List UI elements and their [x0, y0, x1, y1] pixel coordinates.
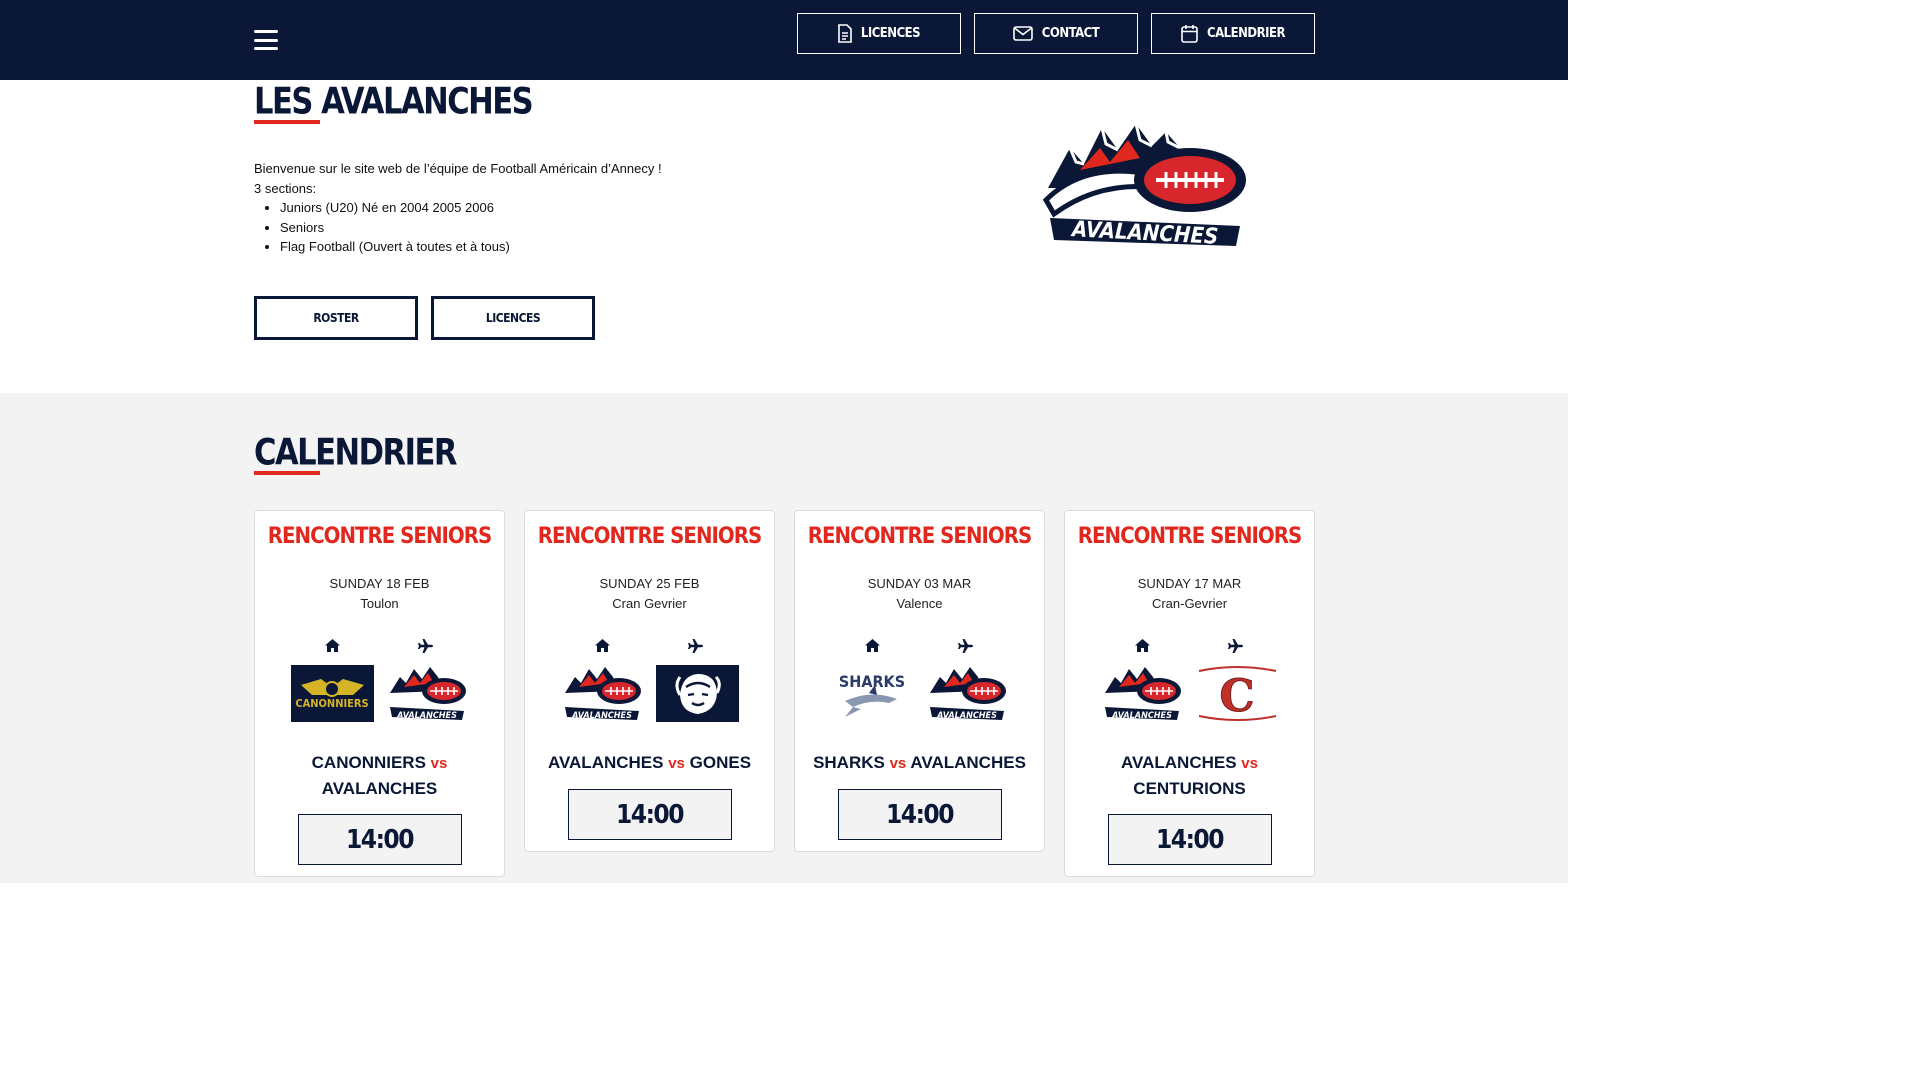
match-date: SUNDAY 17 MAR: [1137, 576, 1242, 591]
card-title: RENCONTRE SENIORS: [1077, 524, 1302, 549]
avalanches-logo: AVALANCHES: [1101, 665, 1184, 722]
avalanches-logo-text: AVALANCHES: [936, 711, 997, 721]
home-team-name: AVALANCHES: [1121, 753, 1237, 772]
nav-contact-button[interactable]: CONTACT: [974, 13, 1138, 54]
kickoff-time: 14:00: [297, 814, 462, 865]
matchup-text: CANONNIERS vs AVALANCHES: [255, 750, 504, 801]
matchup-text: AVALANCHES vs CENTURIONS: [1065, 750, 1314, 801]
roster-button[interactable]: ROSTER: [254, 296, 418, 340]
title-underline: [254, 120, 320, 124]
match-location: Valence: [896, 596, 943, 611]
avalanches-logo: AVALANCHES: [1040, 118, 1250, 258]
calendar-section: CALENDRIER RENCONTRE SENIORS SUNDAY 18 F…: [0, 393, 1568, 883]
plane-icon: [688, 639, 704, 658]
avalanches-logo-text: AVALANCHES: [396, 711, 457, 721]
match-card[interactable]: RENCONTRE SENIORS SUNDAY 25 FEB Cran Gev…: [524, 510, 775, 852]
kickoff-time: 14:00: [1107, 814, 1272, 865]
avalanches-logo-text: AVALANCHES: [1069, 217, 1218, 250]
away-team-name: AVALANCHES: [321, 779, 438, 798]
match-location: Cran Gevrier: [612, 596, 687, 611]
kickoff-time: 14:00: [837, 789, 1002, 840]
home-away-icons: [255, 639, 504, 658]
kickoff-time: 14:00: [567, 789, 732, 840]
match-date: SUNDAY 18 FEB: [329, 576, 430, 591]
card-title: RENCONTRE SENIORS: [537, 524, 762, 549]
card-title: RENCONTRE SENIORS: [807, 524, 1032, 549]
nav-contact-label: CONTACT: [1041, 26, 1100, 41]
home-icon: [325, 639, 340, 658]
away-team-name: GONES: [689, 753, 752, 772]
home-team-name: SHARKS: [813, 753, 885, 772]
intro-sections-label: 3 sections:: [254, 180, 317, 196]
matchup-text: SHARKS vs AVALANCHES: [795, 750, 1044, 776]
avalanches-logo: AVALANCHES: [926, 665, 1009, 722]
vs-label: vs: [430, 755, 448, 772]
envelope-icon: [1012, 26, 1033, 41]
vs-label: vs: [668, 755, 685, 772]
team-logos: CANONNIERS AVALANCHES: [255, 664, 504, 722]
nav-button-group: LICENCES CONTACT CALENDRIER: [797, 13, 1315, 54]
avalanches-logo: AVALANCHES: [386, 665, 469, 722]
centurions-logo: C: [1196, 665, 1279, 722]
hero-button-group: ROSTER LICENCES: [254, 296, 595, 340]
avalanches-logo-text: AVALANCHES: [571, 711, 632, 721]
vs-label: vs: [1241, 755, 1258, 772]
list-item: Flag Football (Ouvert à toutes et à tous…: [280, 237, 662, 257]
home-team-name: AVALANCHES: [547, 753, 664, 772]
sections-list: Juniors (U20) Né en 2004 2005 2006 Senio…: [280, 198, 662, 257]
card-title: RENCONTRE SENIORS: [267, 524, 492, 549]
title-underline: [254, 471, 320, 475]
home-icon: [1135, 639, 1150, 658]
list-item: Seniors: [280, 218, 662, 238]
team-logos: SHARKS AVALANCHES: [795, 664, 1044, 722]
match-date: SUNDAY 25 FEB: [599, 576, 700, 591]
plane-icon: [418, 639, 434, 658]
intro-text: Bienvenue sur le site web de l’équipe de…: [254, 159, 662, 257]
home-away-icons: [525, 639, 774, 658]
sharks-logo: SHARKS: [831, 665, 914, 722]
canonniers-logo-text: CANONNIERS: [295, 697, 368, 710]
list-item: Juniors (U20) Né en 2004 2005 2006: [280, 198, 662, 218]
plane-icon: [958, 639, 974, 658]
nav-licences-label: LICENCES: [860, 26, 921, 41]
match-location: Toulon: [360, 596, 399, 611]
nav-calendrier-label: CALENDRIER: [1207, 26, 1285, 41]
match-card[interactable]: RENCONTRE SENIORS SUNDAY 18 FEB Toulon C…: [254, 510, 505, 877]
home-away-icons: [1065, 639, 1314, 658]
calendar-icon: [1181, 24, 1198, 43]
home-icon: [865, 639, 880, 658]
home-away-icons: [795, 639, 1044, 658]
document-icon: [838, 24, 852, 43]
centurions-logo-text: C: [1219, 671, 1254, 722]
home-icon: [595, 639, 610, 658]
team-logos: AVALANCHES: [525, 664, 774, 722]
intro-welcome: Bienvenue sur le site web de l’équipe de…: [254, 161, 662, 176]
away-team-name: CENTURIONS: [1133, 779, 1246, 798]
avalanches-logo: AVALANCHES: [561, 665, 644, 722]
avalanches-logo-text: AVALANCHES: [1111, 711, 1172, 721]
match-card[interactable]: RENCONTRE SENIORS SUNDAY 03 MAR Valence …: [794, 510, 1045, 852]
plane-icon: [1228, 639, 1244, 658]
nav-licences-button[interactable]: LICENCES: [797, 13, 961, 54]
sharks-logo-text: SHARKS: [838, 672, 904, 691]
team-logos: AVALANCHES C: [1065, 664, 1314, 722]
away-team-name: AVALANCHES: [910, 753, 1026, 772]
match-date: SUNDAY 03 MAR: [867, 576, 972, 591]
home-team-name: CANONNIERS: [311, 753, 426, 772]
calendar-title: CALENDRIER: [254, 431, 457, 475]
page-title: LES AVALANCHES: [254, 80, 534, 124]
vs-label: vs: [889, 755, 907, 772]
nav-calendrier-button[interactable]: CALENDRIER: [1151, 13, 1315, 54]
canonniers-logo: CANONNIERS: [290, 664, 374, 722]
licences-button[interactable]: LICENCES: [431, 296, 595, 340]
hamburger-menu-icon[interactable]: [254, 30, 278, 50]
gones-lion-logo: [655, 664, 739, 722]
matchup-text: AVALANCHES vs GONES: [525, 750, 774, 776]
top-navbar: LICENCES CONTACT CALENDRIER: [0, 0, 1568, 80]
match-card[interactable]: RENCONTRE SENIORS SUNDAY 17 MAR Cran-Gev…: [1064, 510, 1315, 877]
match-location: Cran-Gevrier: [1151, 596, 1228, 611]
